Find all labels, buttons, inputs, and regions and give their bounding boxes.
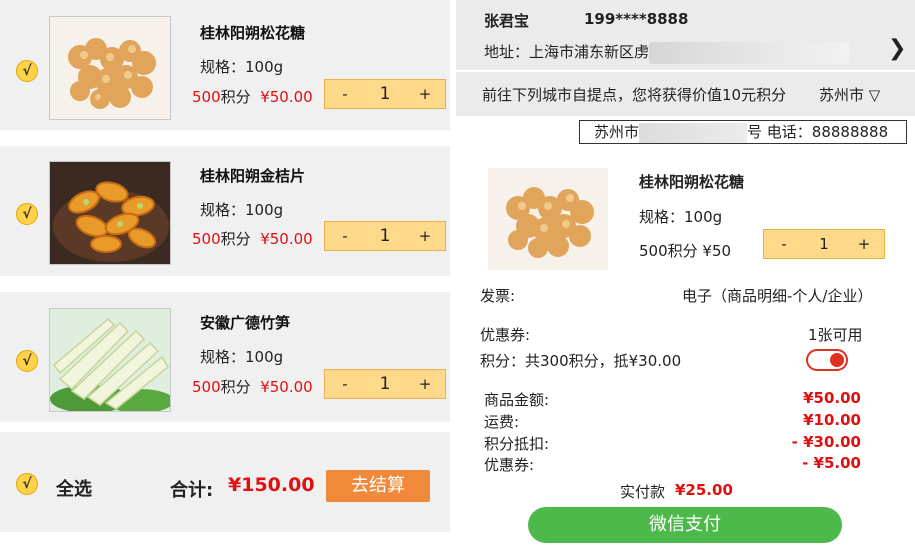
points-deduction-text: 积分：共300积分，抵¥30.00 [480,352,682,370]
kumquat-icon [50,162,170,264]
redacted-address [649,41,850,64]
increment-button[interactable]: + [405,85,445,103]
cart-item: √ 桂林阳朔松花糖 规格：100g 500积分 ¥50.00 - 1 + [0,0,450,130]
chevron-right-icon[interactable]: ❯ [888,36,906,61]
coupon-discount-value: - ¥5.00 [802,454,861,472]
product-price: 500积分 ¥50.00 [192,228,313,249]
cart-item: √ 安徽广德竹笋 规格：100g 500积分 ¥50.00 - 1 + [0,292,450,422]
product-spec: 规格：100g [200,58,284,76]
bamboo-shoot-icon [50,309,170,411]
toggle-knob [830,353,844,367]
shipping-value: ¥10.00 [803,411,861,429]
points-toggle[interactable] [806,349,848,371]
increment-button[interactable]: + [405,375,445,393]
cart-item: √ 桂林阳朔金桔片 规格：100g 500积分 ¥50.00 - 1 + [0,146,450,276]
invoice-value[interactable]: 电子（商品明细-个人/企业） [682,285,872,306]
quantity-value[interactable]: 1 [804,235,844,253]
redacted-store [639,122,748,143]
coupon-label: 优惠券: [480,326,531,344]
product-title: 安徽广德竹笋 [200,314,291,332]
points-value: 500 [192,230,221,248]
decrement-button[interactable]: - [764,235,804,253]
points-discount-value: - ¥30.00 [791,433,861,451]
subtotal-label: 商品金额: [484,391,550,409]
product-title: 桂林阳朔金桔片 [200,167,306,185]
product-image [49,308,171,412]
decrement-button[interactable]: - [325,85,365,103]
order-product-price: 500积分 ¥50 [639,242,732,260]
total-label: 合计: [170,480,214,501]
product-spec: 规格：100g [200,201,284,219]
paid-label: 实付款 [620,483,666,501]
item-checkbox[interactable]: √ [16,203,38,225]
quantity-value[interactable]: 1 [365,84,405,104]
coupon-discount-label: 优惠券: [484,456,535,474]
item-checkbox[interactable]: √ [16,60,38,82]
store-city: 苏州市 [594,123,640,141]
increment-button[interactable]: + [405,227,445,245]
paid-value: ¥25.00 [675,481,733,499]
price-value: ¥50.00 [260,230,313,248]
address-line: 地址：上海市浦东新区虏 [484,41,850,64]
order-panel: 张君宝 199****8888 地址：上海市浦东新区虏 ❯ 前往下列城市自提点，… [456,0,915,559]
pickup-banner: 前往下列城市自提点，您将获得价值10元积分 苏州市 ▽ [456,72,915,116]
shipping-label: 运费: [484,413,520,431]
checkout-button[interactable]: 去结算 [326,470,430,502]
quantity-stepper: - 1 + [324,369,446,399]
order-product-spec: 规格：100g [639,208,723,226]
points-value: 500 [192,378,221,396]
candy-icon [50,17,170,119]
order-product-title: 桂林阳朔松花糖 [639,173,745,191]
total-value: ¥150.00 [228,474,315,496]
quantity-value[interactable]: 1 [365,226,405,246]
order-quantity-stepper: - 1 + [763,229,885,259]
product-image [49,16,171,120]
product-image [49,161,171,265]
price-value: ¥50.00 [260,378,313,396]
decrement-button[interactable]: - [325,227,365,245]
address-card[interactable]: 张君宝 199****8888 地址：上海市浦东新区虏 ❯ [456,0,915,70]
wechat-pay-button[interactable]: 微信支付 [528,507,842,543]
coupon-value[interactable]: 1张可用 [808,324,863,345]
order-product-image [488,168,608,270]
cart-panel: √ 桂林阳朔松花糖 规格：100g 500积分 ¥50.00 - 1 + √ 桂… [0,0,450,559]
item-checkbox[interactable]: √ [16,350,38,372]
recipient-phone: 199****8888 [584,10,689,28]
points-discount-label: 积分抵扣: [484,435,550,453]
increment-button[interactable]: + [844,235,884,253]
product-price: 500积分 ¥50.00 [192,376,313,397]
quantity-stepper: - 1 + [324,221,446,251]
address-text: 地址：上海市浦东新区虏 [484,43,650,61]
pickup-text: 前往下列城市自提点，您将获得价值10元积分 [482,86,787,104]
select-all-checkbox[interactable]: √ [16,473,38,495]
product-title: 桂林阳朔松花糖 [200,24,306,42]
select-all-label[interactable]: 全选 [56,475,92,501]
city-select[interactable]: 苏州市 ▽ [819,84,880,105]
subtotal-value: ¥50.00 [803,389,861,407]
points-unit: 积分 [220,88,251,106]
points-value: 500 [192,88,221,106]
invoice-label: 发票: [480,287,516,305]
points-unit: 积分 [220,378,251,396]
product-spec: 规格：100g [200,348,284,366]
store-phone: 号 电话：88888888 [747,123,889,141]
pickup-store[interactable]: 苏州市 号 电话：88888888 [579,120,907,144]
quantity-value[interactable]: 1 [365,374,405,394]
quantity-stepper: - 1 + [324,79,446,109]
candy-icon [488,168,608,270]
price-value: ¥50.00 [260,88,313,106]
recipient-name: 张君宝 [484,12,530,30]
points-unit: 积分 [220,230,251,248]
decrement-button[interactable]: - [325,375,365,393]
product-price: 500积分 ¥50.00 [192,86,313,107]
